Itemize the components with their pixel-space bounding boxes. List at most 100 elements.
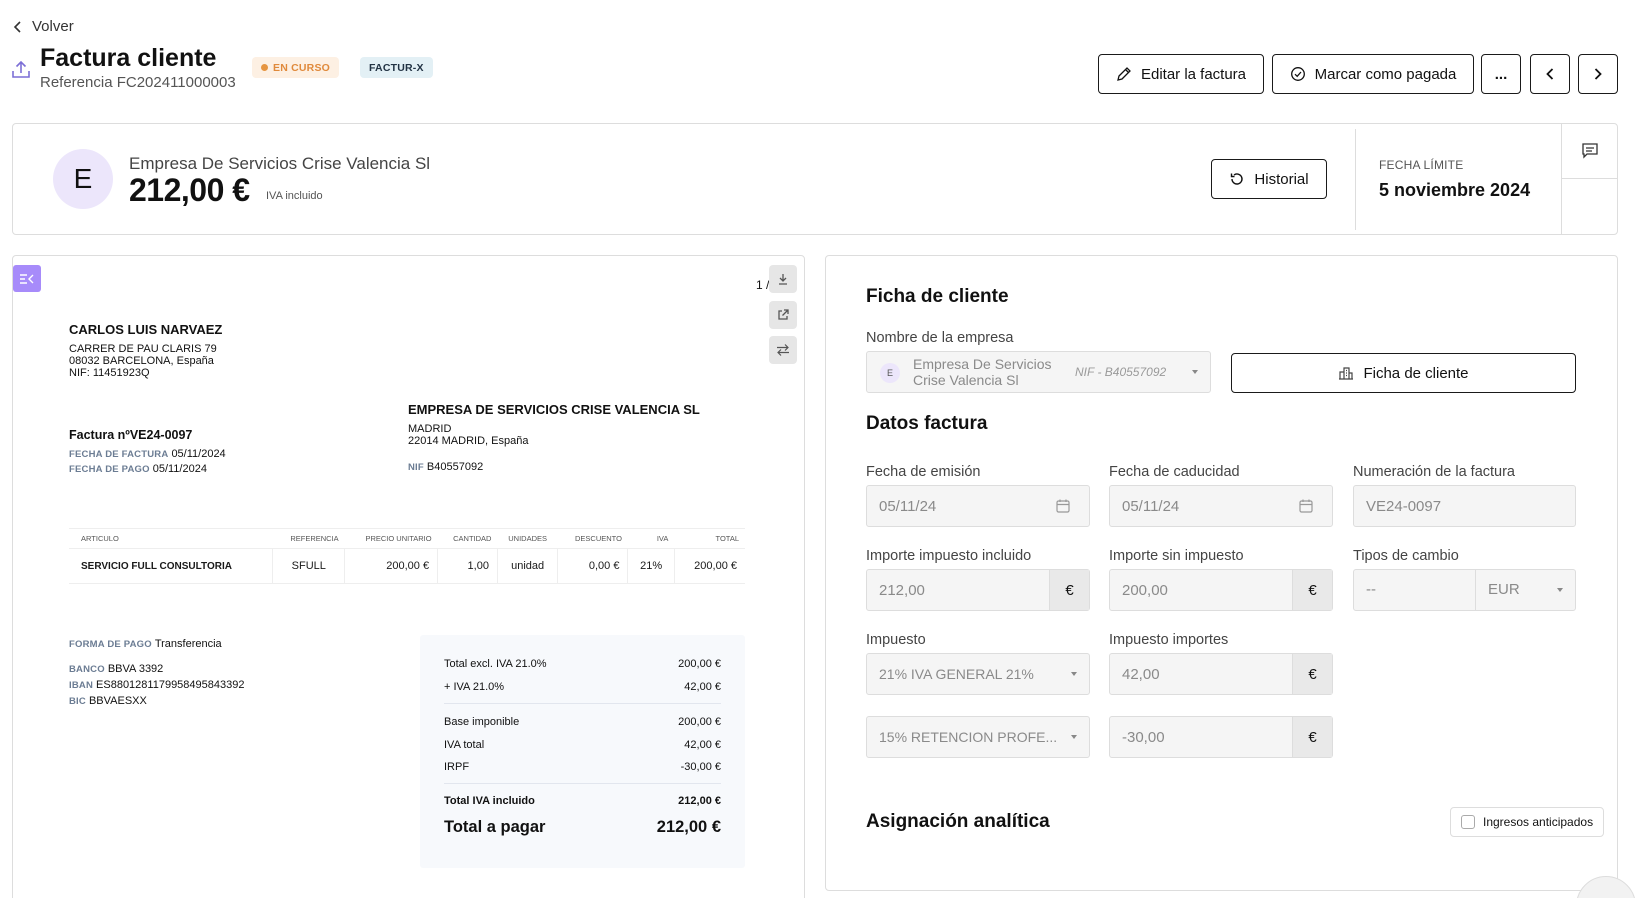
company-select[interactable]: E Empresa De Servicios Crise Valencia Sl… <box>866 351 1211 393</box>
client-file-button[interactable]: Ficha de cliente <box>1231 353 1576 393</box>
download-button[interactable] <box>769 265 797 293</box>
payment-info: FORMA DE PAGO Transferencia BANCO BBVA 339… <box>69 638 244 709</box>
swap-arrows-icon <box>777 344 789 356</box>
irpf-row: IRPF -30,00 € <box>444 761 721 773</box>
column-header: CANTIDAD <box>437 528 498 549</box>
tax-select[interactable]: 21% IVA GENERAL 21% <box>866 653 1090 695</box>
column-header: REFERENCIA <box>272 528 345 549</box>
amount-excl-field[interactable]: 200,00 € <box>1109 569 1333 611</box>
mark-paid-button[interactable]: Marcar como pagada <box>1272 54 1474 94</box>
buyer-nif: NIF B40557092 <box>408 461 484 473</box>
upload-icon <box>12 60 30 78</box>
edit-invoice-button[interactable]: Editar la factura <box>1098 54 1264 94</box>
previous-invoice-button[interactable] <box>1530 54 1570 94</box>
chevron-down-icon <box>1071 672 1077 676</box>
exchange-rate-field[interactable]: -- <box>1366 581 1376 598</box>
due-date-value: 5 noviembre 2024 <box>1379 180 1531 200</box>
chevron-left-icon <box>13 20 21 33</box>
column-header: ARTICULO <box>69 528 273 549</box>
chevron-left-icon <box>1546 68 1554 80</box>
expiry-date-field[interactable]: 05/11/24 <box>1109 485 1333 527</box>
chevron-down-icon <box>1557 588 1563 592</box>
exchange-rate-label: Tipos de cambio <box>1353 548 1459 564</box>
company-nif: NIF - B40557092 <box>1075 365 1167 379</box>
format-badge: FACTUR-X <box>360 57 433 78</box>
invoice-number-field[interactable]: VE24-0097 <box>1353 485 1576 527</box>
invoice-preview-panel: 1 / CARLOS LUIS NARVAEZ CARRER DE PAU CL… <box>12 255 805 898</box>
seller-name: CARLOS LUIS NARVAEZ <box>69 322 223 337</box>
tax2-amount-field[interactable]: -30,00 € <box>1109 716 1333 758</box>
client-avatar: E <box>53 149 113 209</box>
column-header: PRECIO UNITARIO <box>344 528 438 549</box>
sidebar-toggle-button[interactable] <box>13 265 41 292</box>
amount-excl-label: Importe sin impuesto <box>1109 548 1244 564</box>
invoice-pay-date: FECHA DE PAGO 05/11/2024 <box>69 463 207 475</box>
invoice-number-label: Numeración de la factura <box>1353 464 1515 480</box>
page-title: Factura cliente <box>40 44 217 72</box>
open-external-button[interactable] <box>769 301 797 329</box>
invoice-reference: Referencia FC202411000003 <box>40 74 236 91</box>
company-label: Nombre de la empresa <box>866 330 1014 346</box>
company-select-value: Empresa De Servicios Crise Valencia Sl <box>913 356 1052 388</box>
column-header: DESCUENTO <box>557 528 628 549</box>
iva-row: + IVA 21.0% 42,00 € <box>444 681 721 693</box>
exchange-rate-group: -- EUR <box>1353 569 1576 611</box>
amount-incl-field[interactable]: 212,00 € <box>866 569 1090 611</box>
more-options-button[interactable]: ... <box>1481 54 1521 94</box>
currency-suffix: € <box>1049 570 1089 610</box>
next-invoice-button[interactable] <box>1578 54 1618 94</box>
payment-method: FORMA DE PAGO Transferencia <box>69 638 222 650</box>
external-link-icon <box>778 309 789 320</box>
total-incl-row: Total IVA incluido 212,00 € <box>444 795 721 807</box>
history-button[interactable]: Historial <box>1211 159 1327 199</box>
dropdown-caret <box>1180 352 1210 392</box>
check-circle-icon <box>1290 67 1305 81</box>
seller-address-2: 08032 BARCELONA, España <box>69 355 214 367</box>
invoice-summary-card: E Empresa De Servicios Crise Valencia Sl… <box>12 123 1618 235</box>
currency-suffix: € <box>1292 717 1332 757</box>
seller-address-1: CARRER DE PAU CLARIS 79 <box>69 343 217 355</box>
client-name: Empresa De Servicios Crise Valencia Sl <box>129 154 431 173</box>
divider <box>1475 570 1476 610</box>
currency-select[interactable]: EUR <box>1488 581 1520 598</box>
column-header: UNIDADES <box>497 528 558 549</box>
seller-block: CARLOS LUIS NARVAEZ CARRER DE PAU CLARIS… <box>69 322 222 379</box>
table-cell: 21% <box>627 548 675 584</box>
client-section-title: Ficha de cliente <box>866 286 1009 307</box>
table-cell: SFULL <box>272 548 345 584</box>
swap-button[interactable] <box>769 336 797 364</box>
total-pay-row: Total a pagar 212,00 € <box>444 818 721 836</box>
download-icon <box>779 274 787 285</box>
currency-suffix: € <box>1292 654 1332 694</box>
issue-date-label: Fecha de emisión <box>866 464 981 480</box>
table-header-row: ARTICULO REFERENCIA PRECIO UNITARIO CANT… <box>69 528 745 549</box>
totals-box: Total excl. IVA 21.0% 200,00 € + IVA 21.0… <box>420 635 745 868</box>
invoice-meta: Factura nºVE24-0097 FECHA DE FACTURA 05/1… <box>69 428 226 477</box>
chevron-down-icon <box>1071 735 1077 739</box>
comment-icon[interactable] <box>1581 142 1599 160</box>
base-row: Base imponible 200,00 € <box>444 716 721 728</box>
invoice-number: Factura nºVE24-0097 <box>69 428 193 442</box>
table-cell: SERVICIO FULL CONSULTORIA <box>69 548 273 584</box>
divider <box>444 703 721 704</box>
advance-income-checkbox[interactable]: Ingresos anticipados <box>1450 807 1604 837</box>
table-cell: 1,00 <box>437 548 498 584</box>
column-header: TOTAL <box>674 528 745 549</box>
table-cell: 200,00 € <box>673 548 745 584</box>
divider <box>1355 129 1356 230</box>
back-link[interactable]: Volver <box>12 18 74 35</box>
tax-amount-field[interactable]: 42,00 € <box>1109 653 1333 695</box>
collapse-icon <box>20 273 34 284</box>
divider <box>444 783 721 784</box>
table-cell: unidad <box>496 548 558 584</box>
invoice-amount: 212,00 € <box>129 172 250 208</box>
bank: BANCO BBVA 3392 <box>69 663 164 675</box>
issue-date-field[interactable]: 05/11/24 <box>866 485 1090 527</box>
seller-nif: NIF: 11451923Q <box>69 367 150 379</box>
column-header: IVA <box>627 528 675 549</box>
buyer-name: EMPRESA DE SERVICIOS CRISE VALENCIA SL <box>408 402 700 417</box>
tax2-select[interactable]: 15% RETENCION PROFE... <box>866 716 1090 758</box>
invoice-form-panel: Ficha de cliente Nombre de la empresa E … <box>825 255 1618 891</box>
invoice-date: FECHA DE FACTURA 05/11/2024 <box>69 448 226 460</box>
tax-label: Impuesto <box>866 632 926 648</box>
